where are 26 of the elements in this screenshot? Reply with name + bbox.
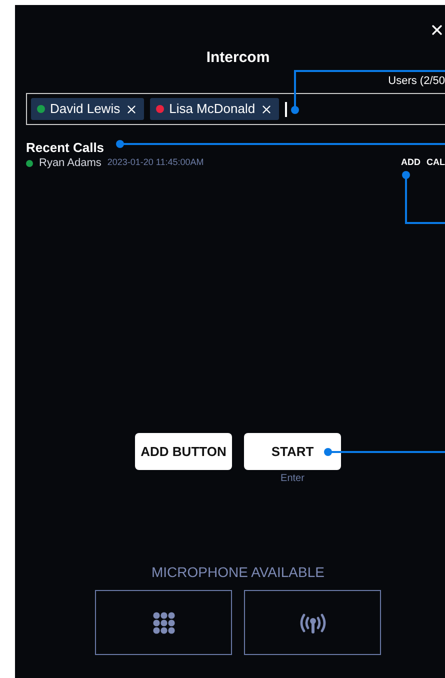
users-count: Users (2/50: [388, 74, 445, 88]
recipient-name: Lisa McDonald: [169, 100, 256, 118]
broadcast-button[interactable]: [244, 590, 381, 655]
window-title: Intercom: [206, 49, 270, 66]
dialpad-icon: [152, 612, 174, 634]
microphone-status: MICROPHONE AVAILABLE: [152, 564, 324, 580]
call-time: 2023-01-20 11:45:00AM: [107, 156, 204, 170]
dialpad-button[interactable]: [95, 590, 232, 655]
antenna-icon: [298, 612, 328, 634]
section-heading: Recent Calls: [26, 140, 104, 155]
shortcut-hint: Enter: [280, 473, 304, 485]
recipient-chip[interactable]: David Lewis: [31, 98, 144, 120]
action-button[interactable]: ADD BUTTON: [135, 433, 232, 470]
call-action-link[interactable]: ADD: [401, 156, 420, 170]
remove-icon[interactable]: [125, 102, 138, 116]
text-cursor: [285, 102, 288, 116]
caller-name: Ryan Adams: [39, 156, 102, 171]
remove-icon[interactable]: [260, 102, 274, 116]
leader-line: [402, 171, 445, 224]
recipients-field[interactable]: David Lewis Lisa McDonald: [26, 93, 445, 125]
call-action-link[interactable]: CAL: [426, 156, 445, 170]
close-button[interactable]: [429, 22, 445, 38]
close-icon: [429, 22, 445, 38]
recipient-chip[interactable]: Lisa McDonald: [150, 98, 280, 120]
recipient-name: David Lewis: [50, 100, 120, 118]
action-button[interactable]: START: [244, 433, 341, 470]
